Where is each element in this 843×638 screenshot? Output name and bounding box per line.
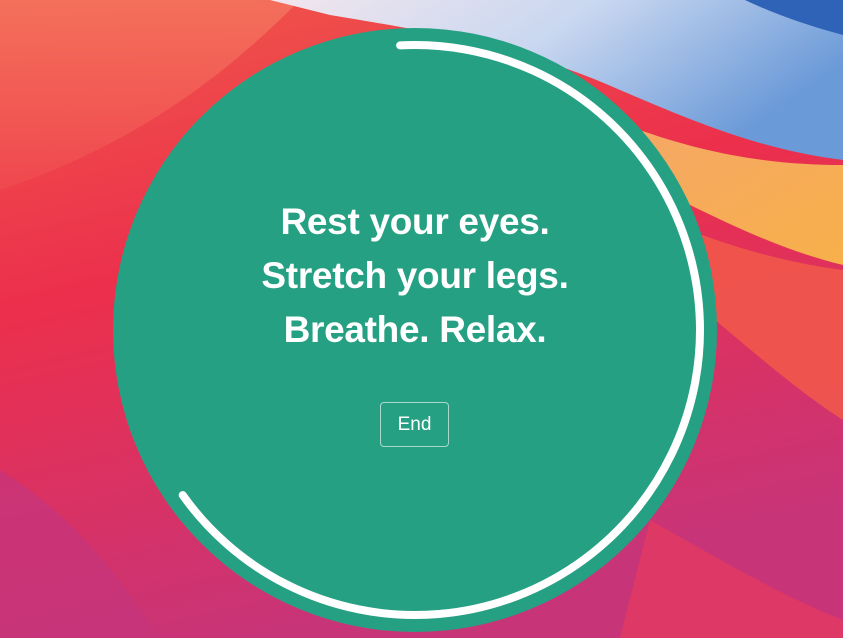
end-button[interactable]: End xyxy=(380,402,449,447)
message-line-stretch-legs: Stretch your legs. xyxy=(261,255,569,296)
message-line-breathe-relax: Breathe. Relax. xyxy=(283,309,547,350)
message-line-rest-eyes: Rest your eyes. xyxy=(280,201,550,242)
break-message: Rest your eyes. Stretch your legs. Breat… xyxy=(113,195,717,357)
